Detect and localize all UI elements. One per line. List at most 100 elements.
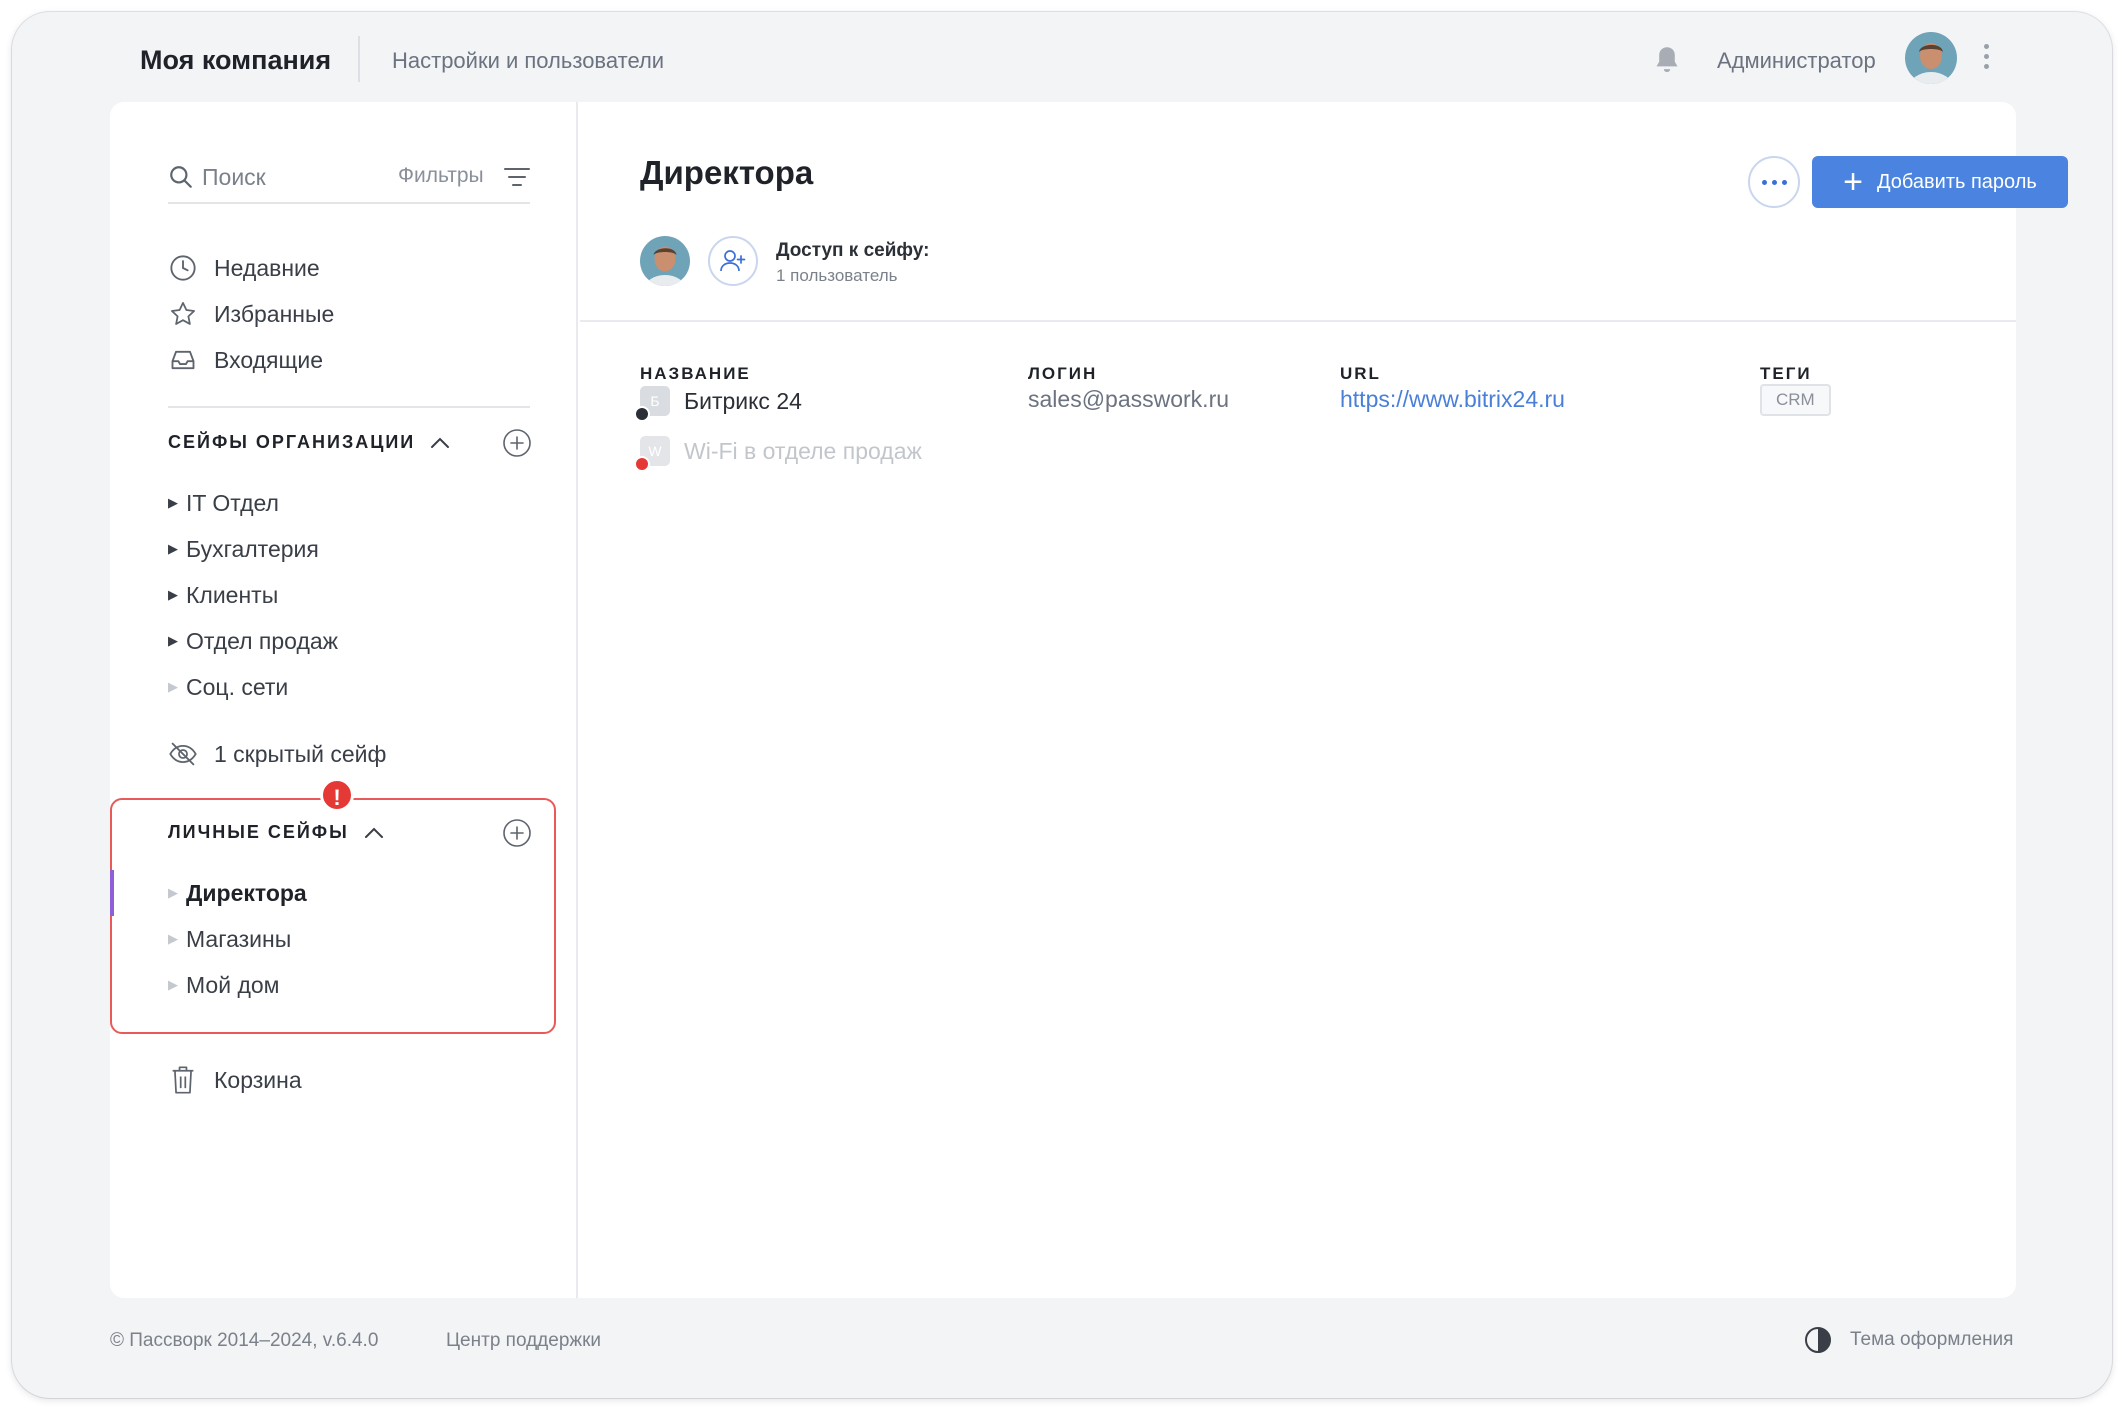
expand-triangle-icon[interactable]: ▶ xyxy=(168,633,186,649)
link-badge-icon xyxy=(634,456,650,472)
vault-sales[interactable]: ▶ Отдел продаж xyxy=(168,624,338,658)
company-name[interactable]: Моя компания xyxy=(140,45,331,76)
nav-favorites[interactable]: Избранные xyxy=(168,296,334,332)
search-icon xyxy=(170,166,192,188)
add-org-vault-icon[interactable] xyxy=(502,428,532,458)
page-title: Директора xyxy=(640,154,814,191)
chevron-up-icon[interactable] xyxy=(429,436,451,450)
item-name[interactable]: Битрикс 24 xyxy=(684,388,802,415)
sidebar: Фильтры Недавние Избранные xyxy=(110,102,578,1298)
nav-recent[interactable]: Недавние xyxy=(168,250,320,286)
support-link[interactable]: Центр поддержки xyxy=(446,1330,601,1352)
vault-clients[interactable]: ▶ Клиенты xyxy=(168,578,278,612)
item-favicon: W xyxy=(634,436,670,472)
inbox-icon xyxy=(168,345,198,375)
vault-shops[interactable]: ▶ Магазины xyxy=(168,922,291,956)
app-window: Моя компания Настройки и пользователи Ад… xyxy=(12,12,2112,1398)
column-header-tags[interactable]: ТЕГИ xyxy=(1760,364,1812,384)
settings-users-link[interactable]: Настройки и пользователи xyxy=(392,48,664,74)
divider xyxy=(580,320,2016,322)
clock-icon xyxy=(168,253,198,283)
nav-label: Недавние xyxy=(214,254,320,281)
triangle-icon: ▶ xyxy=(168,977,178,992)
vault-label: Соц. сети xyxy=(186,673,289,700)
vault-label: Магазины xyxy=(186,925,292,952)
trash-label: Корзина xyxy=(214,1066,302,1093)
item-name[interactable]: Wi-Fi в отделе продаж xyxy=(684,438,922,465)
vault-directors[interactable]: ▶ Директора xyxy=(168,876,307,910)
hidden-vaults[interactable]: 1 скрытый сейф xyxy=(168,736,386,772)
nav-inbox[interactable]: Входящие xyxy=(168,342,323,378)
nav-label: Входящие xyxy=(214,346,324,373)
avatar[interactable] xyxy=(1905,32,1957,84)
add-password-button[interactable]: + Добавить пароль xyxy=(1812,156,2068,208)
search-bar: Фильтры xyxy=(168,152,530,204)
top-bar: Моя компания Настройки и пользователи Ад… xyxy=(12,12,2112,102)
tag-badge[interactable]: CRM xyxy=(1760,384,1831,416)
favicon-letter: W xyxy=(648,443,662,459)
org-vaults-header[interactable]: СЕЙФЫ ОРГАНИЗАЦИИ xyxy=(168,432,451,453)
org-vaults-title: СЕЙФЫ ОРГАНИЗАЦИИ xyxy=(168,432,416,452)
eye-off-icon xyxy=(168,739,198,769)
more-menu-icon[interactable] xyxy=(1980,44,1992,76)
access-title: Доступ к сейфу: xyxy=(776,240,930,261)
vault-label: Бухгалтерия xyxy=(186,535,319,562)
filters-label[interactable]: Фильтры xyxy=(398,164,484,188)
star-icon xyxy=(168,299,198,329)
access-count[interactable]: 1 пользователь xyxy=(776,266,897,286)
vault-label: IT Отдел xyxy=(186,489,279,516)
nav-trash[interactable]: Корзина xyxy=(168,1062,302,1098)
alert-badge: ! xyxy=(320,778,354,812)
bell-icon[interactable] xyxy=(1650,42,1684,78)
triangle-icon: ▶ xyxy=(168,931,178,946)
personal-vaults-header[interactable]: ЛИЧНЫЕ СЕЙФЫ xyxy=(168,822,385,843)
search-input[interactable] xyxy=(202,160,382,194)
contrast-icon xyxy=(1805,1327,1831,1353)
main-card: Фильтры Недавние Избранные xyxy=(110,102,2068,1298)
vault-label: Мой дом xyxy=(186,971,280,998)
expand-triangle-icon[interactable]: ▶ xyxy=(168,495,186,511)
vault-accounting[interactable]: ▶ Бухгалтерия xyxy=(168,532,319,566)
theme-toggle[interactable]: Тема оформления xyxy=(1804,1326,2013,1354)
expand-triangle-icon[interactable]: ▶ xyxy=(168,587,186,603)
header-divider xyxy=(358,36,360,82)
vault-options-button[interactable] xyxy=(1748,156,1800,208)
plus-icon: + xyxy=(1843,163,1864,201)
item-login[interactable]: sales@passwork.ru xyxy=(1028,386,1229,413)
chevron-up-icon[interactable] xyxy=(363,826,385,840)
add-user-icon xyxy=(720,250,746,272)
vault-label: Директора xyxy=(186,879,307,906)
item-favicon: Б xyxy=(634,386,670,422)
theme-label: Тема оформления xyxy=(1850,1329,2014,1350)
vault-label: Клиенты xyxy=(186,581,279,608)
link-badge-icon xyxy=(634,406,650,422)
filter-icon[interactable] xyxy=(504,166,530,188)
column-header-name[interactable]: НАЗВАНИЕ xyxy=(640,364,751,384)
add-password-label: Добавить пароль xyxy=(1877,170,2037,193)
table-row[interactable]: Б Битрикс 24 xyxy=(634,384,802,422)
user-name[interactable]: Администратор xyxy=(1717,48,1876,74)
triangle-icon: ▶ xyxy=(168,885,178,900)
table-row[interactable]: W Wi-Fi в отделе продаж xyxy=(634,434,922,472)
active-indicator xyxy=(110,870,114,916)
divider xyxy=(168,406,530,408)
vault-it[interactable]: ▶ IT Отдел xyxy=(168,486,279,520)
triangle-icon: ▶ xyxy=(168,679,178,694)
hidden-vaults-label: 1 скрытый сейф xyxy=(214,740,387,767)
vault-content: Директора + Добавить пароль Доступ к сей… xyxy=(580,102,2068,1298)
vault-label: Отдел продаж xyxy=(186,627,339,654)
avatar[interactable] xyxy=(640,236,690,286)
item-url-link[interactable]: https://www.bitrix24.ru xyxy=(1340,386,1565,413)
personal-vaults-title: ЛИЧНЫЕ СЕЙФЫ xyxy=(168,822,349,842)
expand-triangle-icon[interactable]: ▶ xyxy=(168,541,186,557)
vault-home[interactable]: ▶ Мой дом xyxy=(168,968,279,1002)
add-user-button[interactable] xyxy=(708,236,758,286)
add-personal-vault-icon[interactable] xyxy=(502,818,532,848)
trash-icon xyxy=(168,1065,198,1095)
copyright: © Пассворк 2014–2024, v.6.4.0 xyxy=(110,1330,379,1351)
nav-label: Избранные xyxy=(214,300,335,327)
vault-social[interactable]: ▶ Соц. сети xyxy=(168,670,288,704)
column-header-url[interactable]: URL xyxy=(1340,364,1381,384)
column-header-login[interactable]: ЛОГИН xyxy=(1028,364,1097,384)
favicon-letter: Б xyxy=(650,393,660,409)
